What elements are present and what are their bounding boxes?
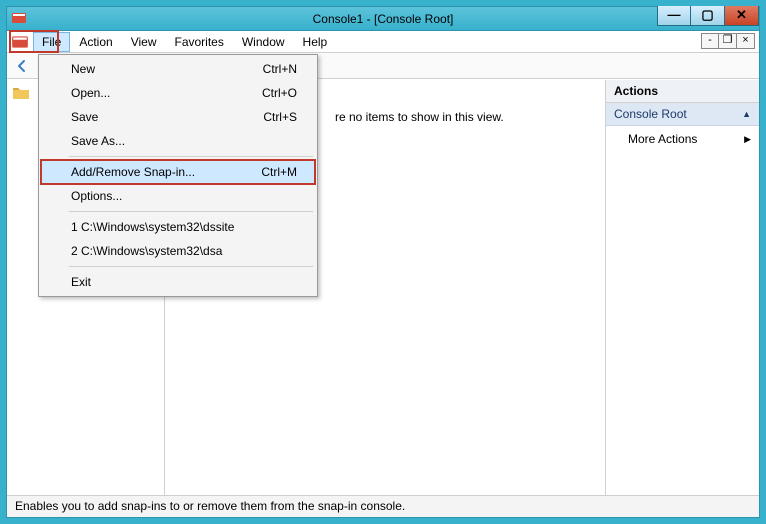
menu-help[interactable]: Help (294, 32, 337, 52)
mdi-controls: - ❐ × (701, 33, 755, 49)
folder-icon (13, 86, 29, 99)
window-controls: — ▢ ✕ (657, 6, 759, 26)
back-button[interactable] (13, 57, 31, 75)
actions-header: Actions (606, 80, 759, 103)
menu-new-shortcut: Ctrl+N (263, 62, 297, 76)
menu-separator (69, 156, 313, 157)
minimize-button[interactable]: — (657, 6, 691, 26)
menu-exit-label: Exit (71, 275, 91, 289)
menu-recent-1[interactable]: 1 C:\Windows\system32\dssite (41, 215, 315, 239)
menu-separator (69, 211, 313, 212)
actions-more-label: More Actions (628, 132, 697, 146)
titlebar[interactable]: Console1 - [Console Root] — ▢ ✕ (7, 7, 759, 31)
menu-view[interactable]: View (122, 32, 166, 52)
maximize-button[interactable]: ▢ (691, 6, 725, 26)
menu-recent1-label: 1 C:\Windows\system32\dssite (71, 220, 234, 234)
mmc-small-icon (11, 33, 29, 51)
mdi-close-button[interactable]: × (737, 33, 755, 49)
menu-recent-2[interactable]: 2 C:\Windows\system32\dsa (41, 239, 315, 263)
menu-window[interactable]: Window (233, 32, 294, 52)
menu-addremove-label: Add/Remove Snap-in... (71, 165, 195, 179)
actions-more[interactable]: More Actions ▶ (606, 126, 759, 152)
menu-new-label: New (71, 62, 95, 76)
menu-save[interactable]: Save Ctrl+S (41, 105, 315, 129)
menu-new[interactable]: New Ctrl+N (41, 57, 315, 81)
menu-exit[interactable]: Exit (41, 270, 315, 294)
mdi-restore-button[interactable]: ❐ (719, 33, 737, 49)
menu-saveas-label: Save As... (71, 134, 125, 148)
menu-save-label: Save (71, 110, 98, 124)
mmc-window: Console1 - [Console Root] — ▢ ✕ File Act… (6, 6, 760, 518)
menu-saveas[interactable]: Save As... (41, 129, 315, 153)
menu-recent2-label: 2 C:\Windows\system32\dsa (71, 244, 222, 258)
actions-console-root[interactable]: Console Root ▲ (606, 103, 759, 126)
menubar: File Action View Favorites Window Help -… (7, 31, 759, 53)
status-text: Enables you to add snap-ins to or remove… (15, 499, 405, 513)
menu-open-shortcut: Ctrl+O (262, 86, 297, 100)
back-arrow-icon (14, 58, 30, 74)
actions-pane: Actions Console Root ▲ More Actions ▶ (605, 80, 759, 495)
submenu-arrow-icon: ▶ (744, 134, 751, 145)
menu-options-label: Options... (71, 189, 122, 203)
menu-addremove-shortcut: Ctrl+M (261, 165, 297, 179)
collapse-icon: ▲ (742, 109, 751, 119)
menu-open-label: Open... (71, 86, 110, 100)
menu-file[interactable]: File (33, 32, 70, 52)
mdi-minimize-button[interactable]: - (701, 33, 719, 49)
menu-add-remove-snapin[interactable]: Add/Remove Snap-in... Ctrl+M (41, 160, 315, 184)
close-button[interactable]: ✕ (725, 6, 759, 26)
window-title: Console1 - [Console Root] (7, 7, 759, 30)
menu-favorites[interactable]: Favorites (166, 32, 233, 52)
statusbar: Enables you to add snap-ins to or remove… (7, 495, 759, 517)
menu-options[interactable]: Options... (41, 184, 315, 208)
menu-action[interactable]: Action (70, 32, 121, 52)
menu-open[interactable]: Open... Ctrl+O (41, 81, 315, 105)
actions-root-label: Console Root (614, 107, 687, 121)
file-dropdown: New Ctrl+N Open... Ctrl+O Save Ctrl+S Sa… (38, 54, 318, 297)
menu-separator (69, 266, 313, 267)
menu-save-shortcut: Ctrl+S (263, 110, 297, 124)
